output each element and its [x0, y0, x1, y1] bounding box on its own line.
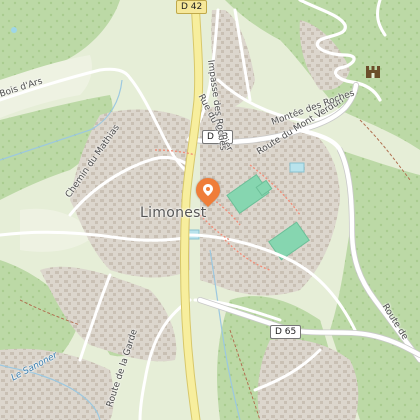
map-canvas[interactable]: D 42 D 73 D 65 Route du Mont Verdun Rue … — [0, 0, 420, 420]
road-shield-d65: D 65 — [270, 325, 302, 339]
castle-icon — [366, 66, 380, 78]
map-pin-icon[interactable] — [191, 173, 225, 210]
road-shield-d42: D 42 — [176, 0, 208, 14]
